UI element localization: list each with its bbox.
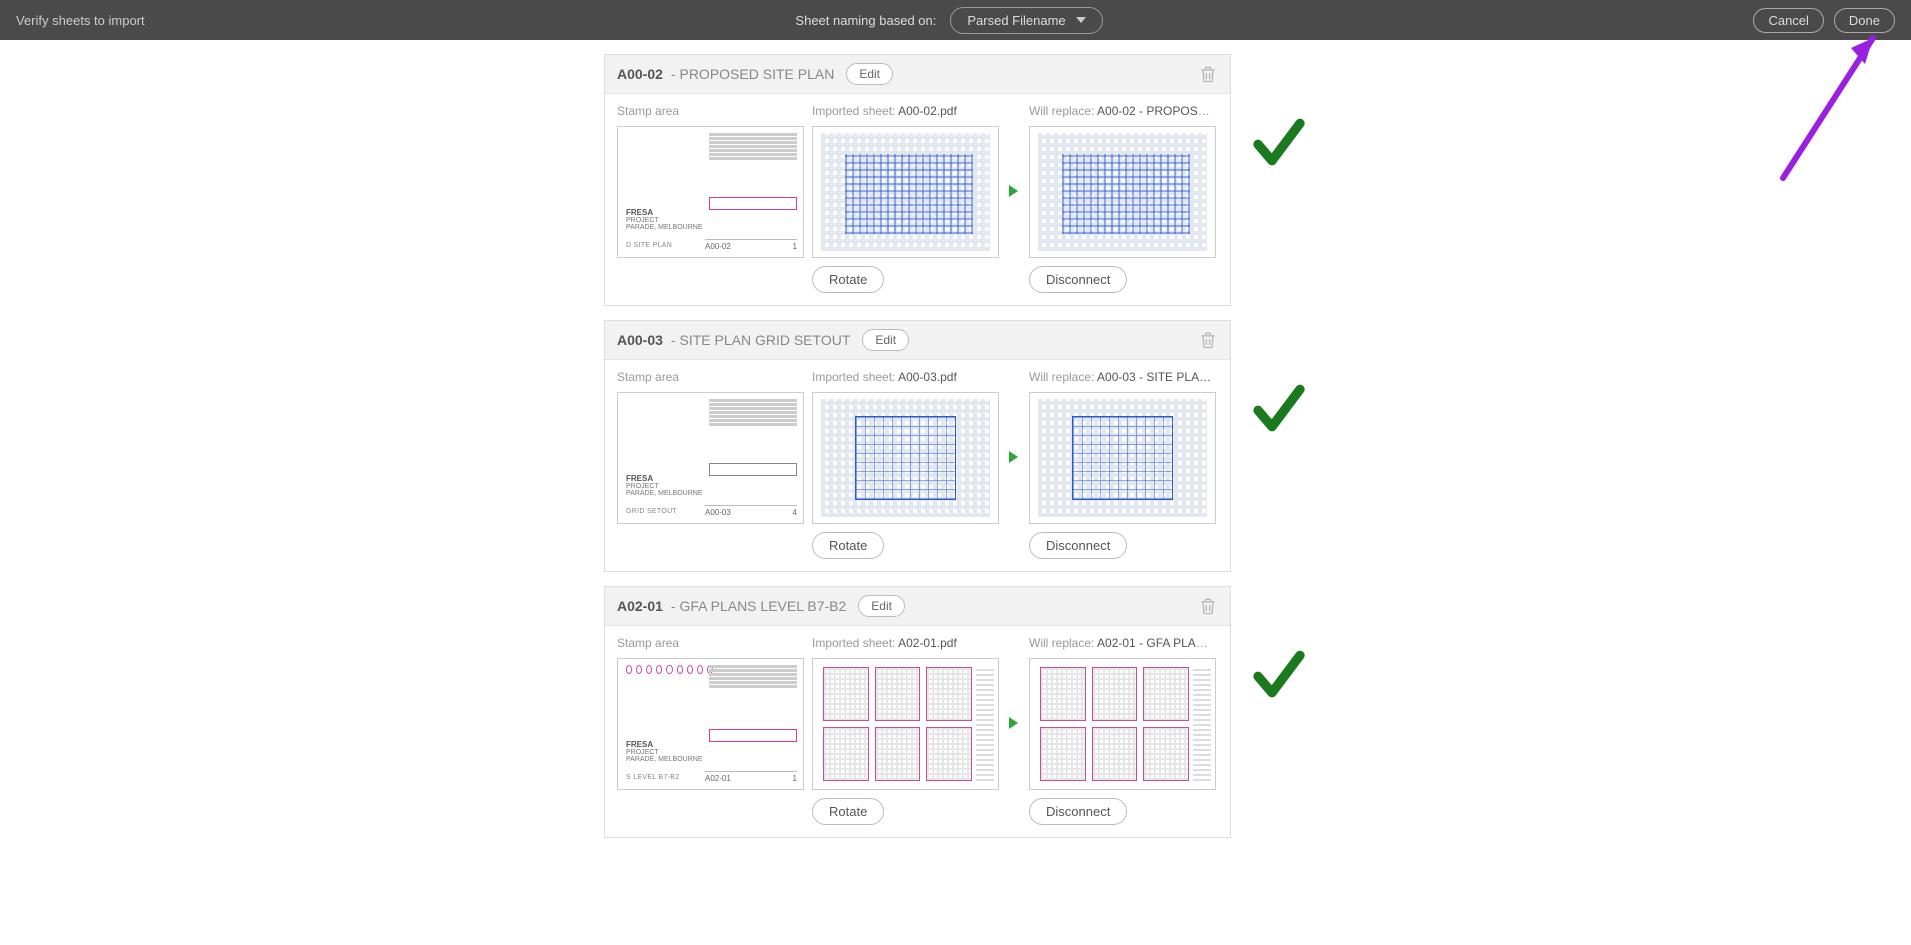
sheet-number: A02-01 [617,598,663,614]
edit-button[interactable]: Edit [858,595,905,617]
imported-sheet-label: Imported sheet: A00-03.pdf [812,370,997,384]
edit-button[interactable]: Edit [862,329,909,351]
sheet-list: A00-02 - PROPOSED SITE PLAN Edit Stamp a… [0,40,1911,882]
trash-icon[interactable] [1198,63,1218,85]
top-bar: Verify sheets to import Sheet naming bas… [0,0,1911,40]
disconnect-button[interactable]: Disconnect [1029,266,1127,293]
checkmark-icon [1251,114,1307,173]
arrow-icon [1007,126,1019,256]
rotate-button[interactable]: Rotate [812,266,884,293]
page-title: Verify sheets to import [16,13,145,28]
chevron-down-icon [1076,17,1086,23]
sheet-name: - SITE PLAN GRID SETOUT [671,332,850,348]
rotate-button[interactable]: Rotate [812,532,884,559]
sheet-name: - GFA PLANS LEVEL B7-B2 [671,598,846,614]
imported-thumbnail[interactable] [812,126,999,258]
sheet-row: A02-01 - GFA PLANS LEVEL B7-B2 Edit Stam… [604,586,1307,838]
imported-sheet-label: Imported sheet: A02-01.pdf [812,636,997,650]
replace-thumbnail[interactable] [1029,126,1216,258]
card-header: A00-02 - PROPOSED SITE PLAN Edit [605,55,1230,94]
replace-thumbnail[interactable] [1029,392,1216,524]
stamp-area-label: Stamp area [617,636,802,650]
checkmark-icon [1251,380,1307,439]
edit-button[interactable]: Edit [846,63,893,85]
naming-mode-dropdown[interactable]: Parsed Filename [950,7,1102,34]
card-header: A02-01 - GFA PLANS LEVEL B7-B2 Edit [605,587,1230,626]
will-replace-label: Will replace: A02-01 - GFA PLAN… [1029,636,1214,650]
sheet-card: A00-02 - PROPOSED SITE PLAN Edit Stamp a… [604,54,1231,306]
imported-thumbnail[interactable] [812,392,999,524]
will-replace-label: Will replace: A00-02 - PROPOSE… [1029,104,1214,118]
stamp-thumbnail[interactable]: FRESAPROJECTPARADE, MELBOURNE GRID SETOU… [617,392,804,524]
trash-icon[interactable] [1198,329,1218,351]
stamp-thumbnail[interactable]: FRESAPROJECTPARADE, MELBOURNE D SITE PLA… [617,126,804,258]
imported-thumbnail[interactable] [812,658,999,790]
replace-thumbnail[interactable] [1029,658,1216,790]
will-replace-label: Will replace: A00-03 - SITE PLA… [1029,370,1214,384]
stamp-thumbnail[interactable]: FRESAPROJECTPARADE, MELBOURNE S LEVEL B7… [617,658,804,790]
sheet-card: A00-03 - SITE PLAN GRID SETOUT Edit Stam… [604,320,1231,572]
cancel-button[interactable]: Cancel [1753,8,1823,33]
sheet-row: A00-03 - SITE PLAN GRID SETOUT Edit Stam… [604,320,1307,572]
disconnect-button[interactable]: Disconnect [1029,532,1127,559]
sheet-name: - PROPOSED SITE PLAN [671,66,834,82]
sheet-card: A02-01 - GFA PLANS LEVEL B7-B2 Edit Stam… [604,586,1231,838]
naming-based-on-label: Sheet naming based on: [795,13,936,28]
disconnect-button[interactable]: Disconnect [1029,798,1127,825]
arrow-icon [1007,658,1019,788]
checkmark-icon [1251,646,1307,705]
sheet-number: A00-03 [617,332,663,348]
naming-mode-value: Parsed Filename [967,13,1065,28]
trash-icon[interactable] [1198,595,1218,617]
done-button[interactable]: Done [1834,8,1895,33]
arrow-icon [1007,392,1019,522]
stamp-area-label: Stamp area [617,104,802,118]
sheet-row: A00-02 - PROPOSED SITE PLAN Edit Stamp a… [604,54,1307,306]
sheet-number: A00-02 [617,66,663,82]
stamp-area-label: Stamp area [617,370,802,384]
card-header: A00-03 - SITE PLAN GRID SETOUT Edit [605,321,1230,360]
rotate-button[interactable]: Rotate [812,798,884,825]
imported-sheet-label: Imported sheet: A00-02.pdf [812,104,997,118]
